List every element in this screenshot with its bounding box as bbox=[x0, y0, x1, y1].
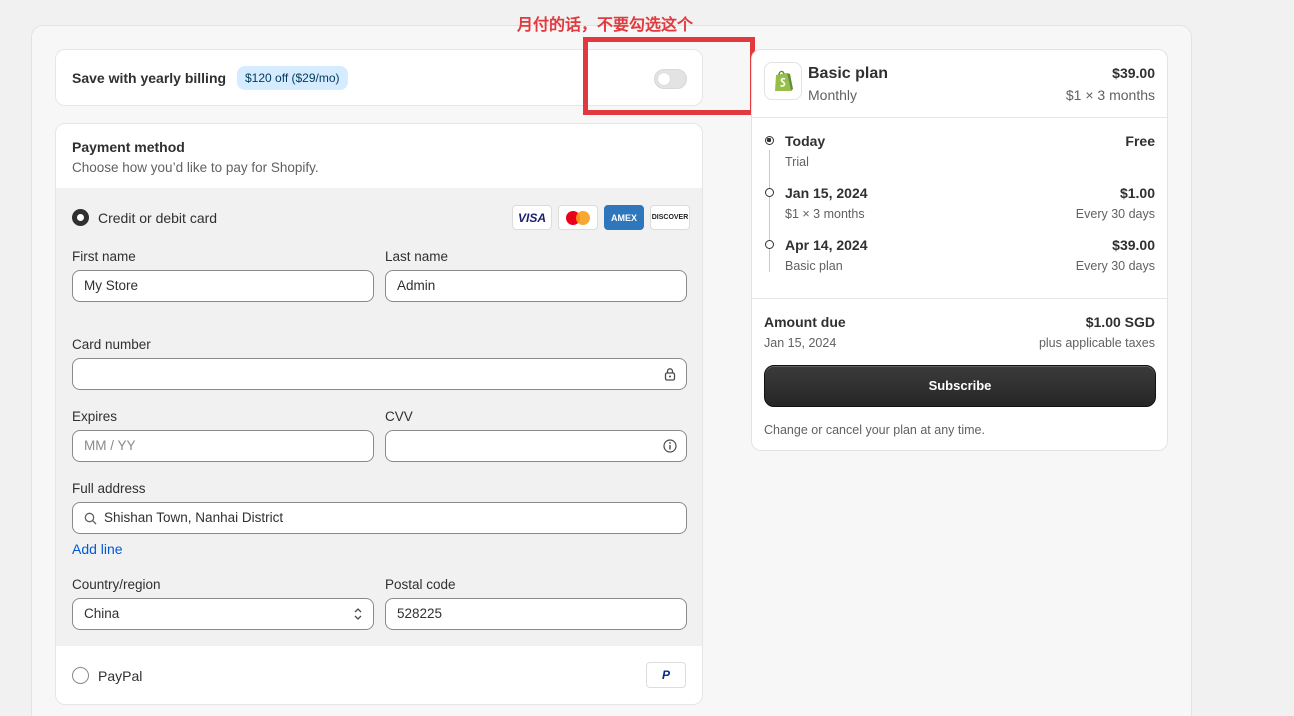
expires-label: Expires bbox=[72, 409, 118, 424]
cvv-label: CVV bbox=[385, 409, 413, 424]
timeline-dot bbox=[765, 188, 774, 197]
yearly-billing-label: Save with yearly billing bbox=[72, 70, 227, 86]
address-field[interactable]: Shishan Town, Nanhai District bbox=[72, 502, 687, 534]
timeline-date: Today bbox=[785, 133, 826, 149]
last-name-label: Last name bbox=[385, 249, 449, 264]
credit-card-option-label: Credit or debit card bbox=[98, 210, 218, 226]
timeline-dot bbox=[765, 136, 774, 145]
credit-card-radio[interactable] bbox=[72, 209, 89, 226]
postal-code-label: Postal code bbox=[385, 577, 456, 592]
subscribe-button[interactable]: Subscribe bbox=[764, 365, 1156, 407]
paypal-radio[interactable] bbox=[72, 667, 89, 684]
first-name-label: First name bbox=[72, 249, 136, 264]
payment-method-title: Payment method bbox=[72, 139, 185, 155]
card-number-field[interactable] bbox=[72, 358, 687, 390]
country-value: China bbox=[84, 606, 120, 621]
payment-method-subtitle: Choose how you’d like to pay for Shopify… bbox=[72, 160, 319, 175]
add-line-link[interactable]: Add line bbox=[72, 541, 123, 557]
timeline-desc: Basic plan bbox=[785, 259, 843, 273]
search-icon bbox=[84, 512, 97, 525]
amount-due-label: Amount due bbox=[764, 314, 846, 330]
divider bbox=[752, 117, 1167, 118]
plan-price: $39.00 bbox=[1112, 65, 1155, 81]
shopify-logo-icon bbox=[764, 62, 802, 100]
full-address-label: Full address bbox=[72, 481, 146, 496]
timeline-frequency: Every 30 days bbox=[1075, 207, 1155, 221]
card-brand-icons: VISA AMEX DISCOVER bbox=[512, 205, 690, 231]
amount-due-value: $1.00 SGD bbox=[1085, 314, 1155, 330]
timeline-amount: Free bbox=[1125, 133, 1155, 149]
card-number-label: Card number bbox=[72, 337, 151, 352]
yearly-discount-badge: $120 off ($29/mo) bbox=[237, 66, 348, 90]
timeline-dot bbox=[765, 240, 774, 249]
postal-code-field[interactable]: 528225 bbox=[385, 598, 687, 630]
tax-note: plus applicable taxes bbox=[1038, 336, 1155, 350]
visa-icon: VISA bbox=[512, 205, 552, 230]
address-value: Shishan Town, Nanhai District bbox=[104, 510, 284, 525]
timeline-amount: $39.00 bbox=[1112, 237, 1155, 253]
timeline-date: Apr 14, 2024 bbox=[785, 237, 868, 253]
annotation-highlight-box bbox=[583, 37, 755, 115]
payment-method-card: Payment method Choose how you’d like to … bbox=[55, 123, 703, 705]
info-icon[interactable] bbox=[663, 439, 677, 453]
plan-price-sub: $1 × 3 months bbox=[1065, 87, 1155, 103]
divider bbox=[752, 298, 1167, 299]
plan-name: Basic plan bbox=[808, 65, 889, 82]
amex-icon: AMEX bbox=[604, 205, 644, 230]
cancel-note: Change or cancel your plan at any time. bbox=[764, 423, 985, 437]
discover-icon: DISCOVER bbox=[650, 205, 690, 230]
timeline-desc: $1 × 3 months bbox=[785, 207, 865, 221]
plan-summary-card: Basic plan Monthly $39.00 $1 × 3 months … bbox=[751, 49, 1168, 451]
last-name-field[interactable]: Admin bbox=[385, 270, 687, 302]
paypal-icon: P bbox=[646, 662, 686, 688]
lock-icon bbox=[664, 368, 676, 381]
timeline-desc: Trial bbox=[785, 155, 809, 169]
timeline-frequency: Every 30 days bbox=[1075, 259, 1155, 273]
timeline-date: Jan 15, 2024 bbox=[785, 185, 868, 201]
select-chevron-icon bbox=[354, 608, 362, 620]
first-name-field[interactable]: My Store bbox=[72, 270, 374, 302]
amount-due-date: Jan 15, 2024 bbox=[764, 336, 837, 350]
country-label: Country/region bbox=[72, 577, 161, 592]
cvv-field[interactable] bbox=[385, 430, 687, 462]
expires-field[interactable]: MM / YY bbox=[72, 430, 374, 462]
mastercard-icon bbox=[558, 205, 598, 230]
plan-cycle: Monthly bbox=[808, 87, 858, 103]
country-select[interactable]: China bbox=[72, 598, 374, 630]
timeline-amount: $1.00 bbox=[1119, 185, 1155, 201]
annotation-text: 月付的话，不要勾选这个 bbox=[517, 15, 694, 34]
paypal-option-label: PayPal bbox=[98, 668, 143, 684]
timeline-line bbox=[769, 150, 770, 272]
